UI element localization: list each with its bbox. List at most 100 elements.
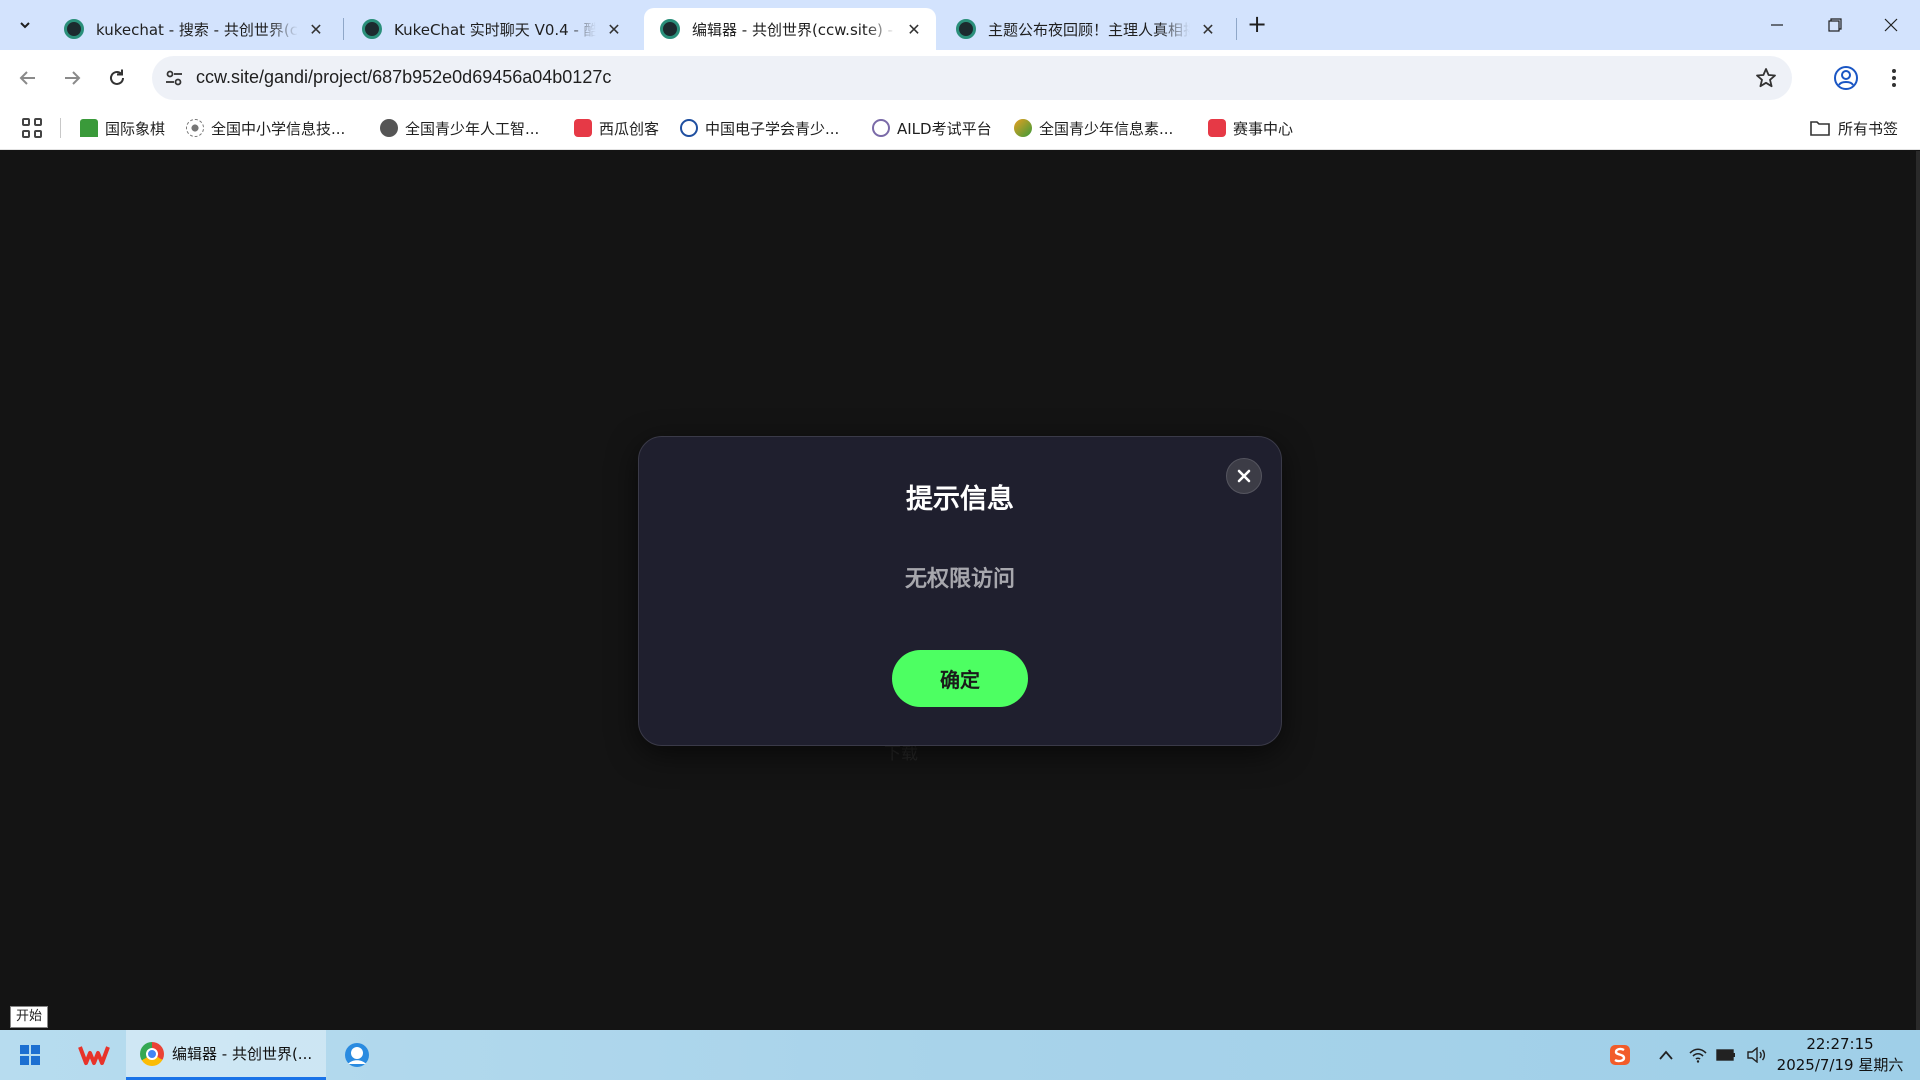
noc-logo-icon	[186, 119, 204, 137]
ccw-favicon-icon	[362, 19, 382, 39]
wps-app-button[interactable]	[66, 1030, 122, 1080]
arrow-right-icon	[65, 71, 81, 85]
arrow-left-icon	[19, 71, 35, 85]
tab-title: kukechat - 搜索 - 共创世界(ccw	[96, 20, 298, 39]
confirm-button[interactable]: 确定	[892, 650, 1028, 707]
folder-icon	[1810, 121, 1830, 136]
start-button[interactable]	[0, 1030, 60, 1080]
close-icon[interactable]: ✕	[604, 19, 624, 39]
back-button[interactable]	[12, 62, 44, 94]
new-tab-button[interactable]: +	[1244, 12, 1270, 38]
battery-icon	[1716, 1049, 1735, 1061]
clock-date: 2025/7/19 星期六	[1776, 1056, 1904, 1074]
browser-app-icon	[345, 1043, 369, 1067]
browser-menu-button[interactable]	[1880, 64, 1908, 92]
chevron-down-icon	[20, 22, 30, 29]
wps-logo-icon	[78, 1046, 110, 1065]
bookmark-label: 全国中小学信息技...	[211, 119, 346, 138]
bookmark-item[interactable]: 全国青少年信息素...	[1014, 114, 1173, 142]
chess-pawn-icon	[80, 119, 98, 137]
bookmark-label: AILD考试平台	[897, 119, 992, 138]
sogou-icon	[1610, 1045, 1630, 1065]
dialog-title: 提示信息	[906, 484, 1014, 515]
forward-button[interactable]	[56, 62, 88, 94]
ccw-favicon-icon	[956, 19, 976, 39]
reload-icon	[110, 69, 124, 85]
bookmark-label: 中国电子学会青少...	[705, 119, 840, 138]
browser-toolbar: ccw.site/gandi/project/687b952e0d69456a0…	[0, 50, 1920, 106]
reload-button[interactable]	[101, 62, 133, 94]
taskbar-item-label: 编辑器 - 共创世界(...	[172, 1045, 313, 1063]
cie-logo-icon	[680, 119, 698, 137]
volume-icon[interactable]	[1742, 1030, 1770, 1080]
scrollbar[interactable]	[1916, 151, 1920, 1030]
profile-icon[interactable]	[1832, 64, 1860, 92]
ccw-favicon-icon	[660, 19, 680, 39]
tab-kukechat-search[interactable]: kukechat - 搜索 - 共创世界(ccw ✕	[48, 8, 338, 50]
close-icon[interactable]: ✕	[1198, 19, 1218, 39]
bookmarks-bar: 国际象棋 全国中小学信息技... 全国青少年人工智... 西瓜创客 中国电子学会…	[0, 106, 1920, 150]
all-bookmarks-label: 所有书签	[1838, 119, 1899, 138]
wifi-icon	[1689, 1048, 1707, 1063]
tab-theme-review[interactable]: 主题公布夜回顾！主理人真相揭晓 ✕	[940, 8, 1230, 50]
tune-icon	[166, 70, 182, 86]
minimize-icon	[1771, 24, 1783, 26]
bookmark-star-icon[interactable]	[1754, 66, 1778, 90]
chevron-up-icon	[1659, 1050, 1673, 1060]
bookmark-label: 西瓜创客	[599, 119, 660, 138]
close-icon[interactable]: ✕	[306, 19, 326, 39]
site-info-button[interactable]	[162, 66, 186, 90]
bookmark-item[interactable]: 全国中小学信息技...	[186, 114, 345, 142]
info-literacy-logo-icon	[1014, 119, 1032, 137]
address-bar[interactable]: ccw.site/gandi/project/687b952e0d69456a0…	[152, 56, 1792, 100]
close-icon[interactable]: ✕	[904, 19, 924, 39]
tab-divider	[343, 18, 344, 40]
minimize-button[interactable]	[1748, 0, 1806, 50]
bookmark-item[interactable]: 西瓜创客	[574, 114, 659, 142]
tab-title: KukeChat 实时聊天 V0.4 - 酷可	[394, 20, 596, 39]
tab-title: 主题公布夜回顾！主理人真相揭晓	[988, 20, 1190, 39]
tab-divider	[1236, 18, 1237, 40]
all-bookmarks-button[interactable]: 所有书签	[1810, 114, 1898, 142]
globe-icon	[380, 119, 398, 137]
speaker-icon	[1747, 1047, 1766, 1063]
url-text[interactable]: ccw.site/gandi/project/687b952e0d69456a0…	[196, 67, 611, 88]
page-content: 下载 提示信息 无权限访问 确定	[0, 151, 1916, 1030]
bookmark-label: 国际象棋	[105, 119, 166, 138]
ccw-favicon-icon	[64, 19, 84, 39]
windows-logo-icon	[20, 1045, 40, 1065]
close-icon	[1884, 18, 1898, 32]
restore-icon	[1828, 18, 1842, 32]
xigua-logo-icon	[574, 119, 592, 137]
tray-overflow-button[interactable]	[1652, 1030, 1680, 1080]
clock-time: 22:27:15	[1806, 1035, 1874, 1053]
network-icon[interactable]	[1684, 1030, 1712, 1080]
system-clock[interactable]: 22:27:15 2025/7/19 星期六	[1772, 1034, 1908, 1076]
taskbar: 编辑器 - 共创世界(... 22:27:15 2025/7/19 星期六	[0, 1030, 1920, 1080]
bookmark-item[interactable]: 赛事中心	[1208, 114, 1293, 142]
more-vert-icon	[1892, 69, 1896, 73]
apps-grid-icon[interactable]	[22, 118, 42, 138]
chrome-taskbar-item[interactable]: 编辑器 - 共创世界(...	[126, 1030, 326, 1080]
tab-editor[interactable]: 编辑器 - 共创世界(ccw.site) - S ✕	[644, 8, 936, 50]
bookmark-item[interactable]: AILD考试平台	[872, 114, 992, 142]
battery-icon[interactable]	[1712, 1030, 1740, 1080]
bookmark-label: 赛事中心	[1233, 119, 1294, 138]
bookmark-divider	[60, 118, 61, 138]
bookmark-label: 全国青少年信息素...	[1039, 119, 1174, 138]
aild-logo-icon	[872, 119, 890, 137]
tab-search-button[interactable]	[10, 10, 40, 40]
bookmark-item[interactable]: 中国电子学会青少...	[680, 114, 839, 142]
start-tooltip: 开始	[10, 1006, 49, 1028]
tab-kukechat-chat[interactable]: KukeChat 实时聊天 V0.4 - 酷可 ✕	[346, 8, 636, 50]
restore-button[interactable]	[1806, 0, 1864, 50]
bookmark-item[interactable]: 全国青少年人工智...	[380, 114, 539, 142]
contest-logo-icon	[1208, 119, 1226, 137]
bookmark-item[interactable]: 国际象棋	[80, 114, 165, 142]
sogou-ime-icon[interactable]	[1606, 1030, 1634, 1080]
alert-dialog: 提示信息 无权限访问 确定	[638, 436, 1282, 746]
bookmark-label: 全国青少年人工智...	[405, 119, 540, 138]
close-window-button[interactable]	[1862, 0, 1920, 50]
tab-strip: kukechat - 搜索 - 共创世界(ccw ✕ KukeChat 实时聊天…	[0, 0, 1920, 50]
qq-app-button[interactable]	[334, 1030, 380, 1080]
